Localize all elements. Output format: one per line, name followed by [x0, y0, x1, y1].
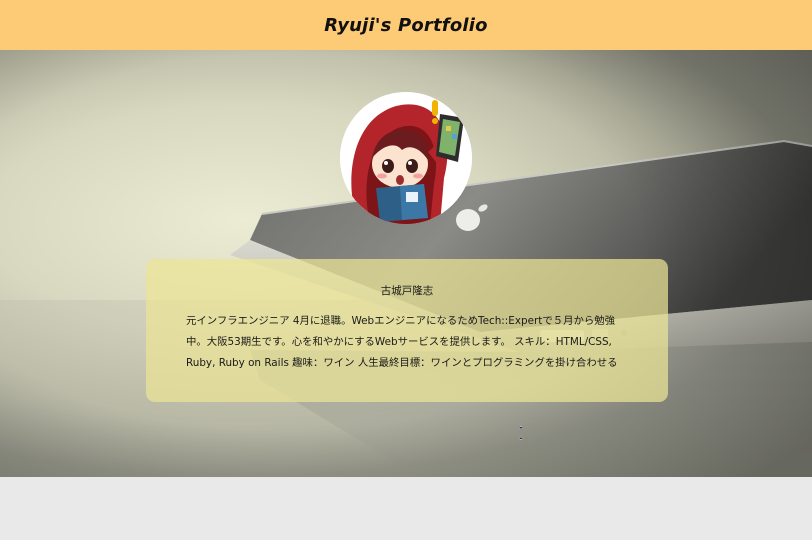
text-cursor-icon — [518, 426, 524, 440]
profile-bio: 元インフラエンジニア 4月に退職。WebエンジニアになるためTech::Expe… — [186, 315, 618, 369]
profile-avatar — [340, 92, 472, 224]
profile-name: 古城戸隆志 — [380, 285, 434, 297]
chibi-character-avatar — [340, 92, 472, 224]
site-title[interactable]: Ryuji's Portfolio — [324, 15, 487, 36]
site-header: Ryuji's Portfolio — [0, 0, 812, 50]
page-footer-area — [0, 477, 812, 540]
hero-section: 古城戸隆志 元インフラエンジニア 4月に退職。WebエンジニアになるためTech… — [0, 50, 812, 477]
profile-card: 古城戸隆志 元インフラエンジニア 4月に退職。WebエンジニアになるためTech… — [146, 259, 668, 402]
